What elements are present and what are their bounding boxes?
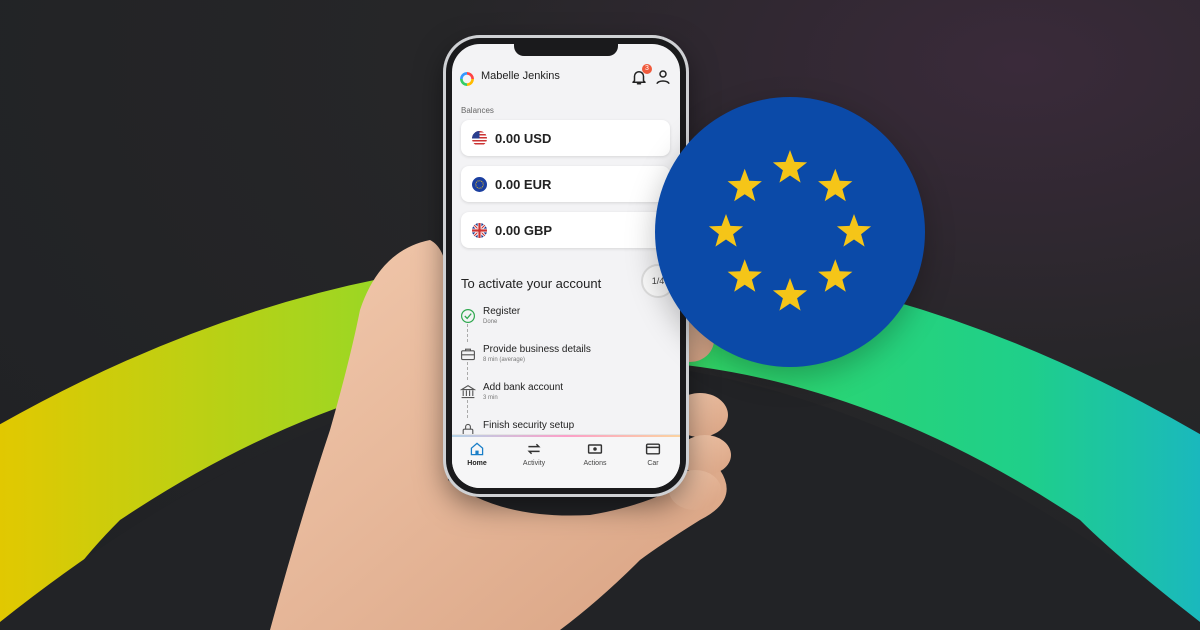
cash-icon bbox=[587, 444, 603, 454]
balances-label: Balances bbox=[461, 106, 494, 115]
phone-notch bbox=[514, 44, 618, 56]
eu-star-icon bbox=[836, 214, 872, 247]
step-business-details[interactable]: Provide business details 8 min (average) bbox=[460, 344, 660, 374]
tab-label: Home bbox=[467, 460, 487, 467]
uk-flag-icon bbox=[472, 223, 487, 238]
eu-flag-badge bbox=[655, 97, 925, 367]
activation-title: To activate your account bbox=[461, 276, 602, 291]
balance-amount: 0.00 USD bbox=[495, 131, 552, 146]
tab-cards[interactable]: Car bbox=[628, 441, 678, 467]
app-logo-icon bbox=[460, 72, 474, 86]
step-title: Add bank account bbox=[483, 382, 564, 393]
tab-label: Activity bbox=[522, 460, 546, 467]
balance-card-gbp[interactable]: 0.00 GBP bbox=[461, 212, 670, 248]
tab-activity[interactable]: Activity bbox=[509, 441, 559, 467]
step-register[interactable]: Register Done bbox=[460, 306, 660, 336]
user-name[interactable]: Mabelle Jenkins bbox=[481, 70, 560, 82]
tab-actions[interactable]: Actions bbox=[570, 441, 620, 467]
phone-device: Mabelle Jenkins 3 Balances 0.00 USD 0.00… bbox=[446, 38, 686, 494]
balance-card-usd[interactable]: 0.00 USD bbox=[461, 120, 670, 156]
eu-star-icon bbox=[708, 214, 744, 247]
bank-icon bbox=[460, 384, 476, 399]
tab-label: Car bbox=[647, 460, 659, 467]
eu-flag-icon bbox=[472, 177, 487, 192]
step-title: Finish security setup bbox=[483, 420, 575, 431]
step-title: Provide business details bbox=[483, 344, 591, 355]
tab-bar-accent bbox=[452, 435, 680, 437]
step-subtitle: Done bbox=[483, 319, 498, 325]
arrows-icon bbox=[527, 443, 541, 455]
eu-star-icon bbox=[772, 150, 808, 183]
briefcase-icon bbox=[461, 348, 475, 361]
step-subtitle: 3 min bbox=[483, 395, 498, 401]
step-subtitle: 8 min (average) bbox=[483, 357, 526, 363]
check-circle-icon bbox=[461, 309, 475, 323]
bottom-tab-bar: Home Activity Actions Car bbox=[452, 434, 680, 488]
tab-label: Actions bbox=[583, 460, 607, 467]
app-header: Mabelle Jenkins 3 bbox=[452, 64, 680, 90]
tab-home[interactable]: Home bbox=[452, 441, 502, 467]
eu-star-icon bbox=[727, 168, 762, 202]
notification-badge: 3 bbox=[642, 64, 652, 74]
eu-stars bbox=[708, 150, 872, 311]
step-bank-account[interactable]: Add bank account 3 min bbox=[460, 382, 660, 412]
eu-star-icon bbox=[818, 259, 853, 292]
balance-amount: 0.00 GBP bbox=[495, 223, 553, 238]
profile-icon[interactable] bbox=[654, 68, 672, 86]
balance-card-eur[interactable]: 0.00 EUR bbox=[461, 166, 670, 202]
eu-star-icon bbox=[818, 168, 853, 202]
us-flag-icon bbox=[472, 131, 487, 146]
home-icon bbox=[470, 442, 484, 456]
phone-screen: Mabelle Jenkins 3 Balances 0.00 USD 0.00… bbox=[452, 44, 680, 488]
card-icon bbox=[645, 443, 661, 455]
step-title: Register bbox=[483, 306, 521, 317]
balance-amount: 0.00 EUR bbox=[495, 177, 552, 192]
eu-star-icon bbox=[772, 278, 808, 311]
eu-star-icon bbox=[727, 259, 762, 292]
